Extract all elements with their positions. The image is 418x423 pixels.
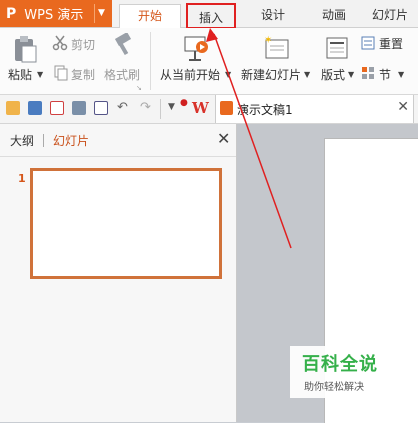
watermark-title: 百科全说 [302,354,378,375]
watermark-subtitle: 助你轻松解决 [304,382,364,393]
watermark: 百科全说 助你轻松解决 [290,346,388,398]
